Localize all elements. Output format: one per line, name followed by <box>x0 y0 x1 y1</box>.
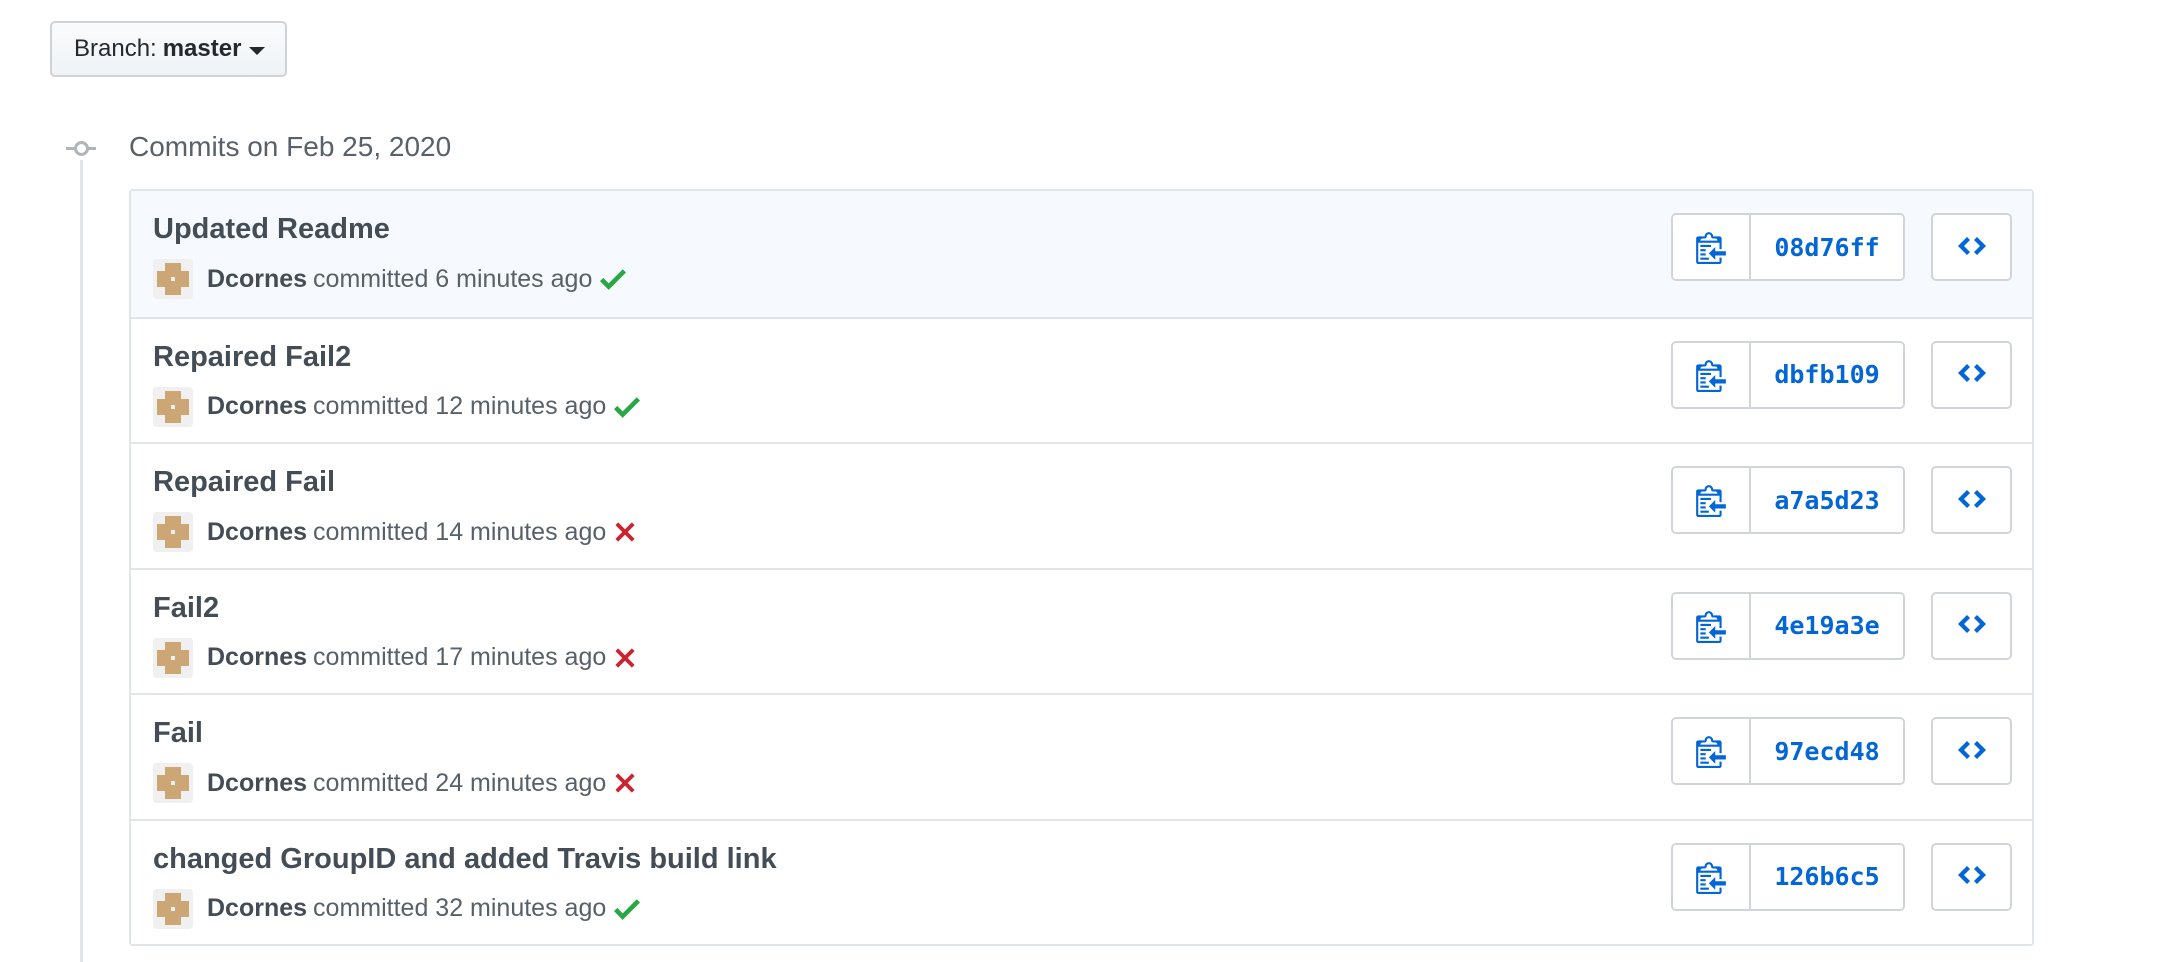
commit-row: Repaired Fail2 Dcornes committed 12 minu… <box>131 316 2032 442</box>
commit-title-link[interactable]: Repaired Fail <box>153 466 335 499</box>
avatar[interactable] <box>153 888 193 929</box>
commit-sha-link[interactable]: dbfb109 <box>1751 342 1903 407</box>
commit-meta: Dcornes committed 32 minutes ago <box>153 888 641 929</box>
code-icon <box>1957 611 1987 640</box>
commit-meta: Dcornes committed 14 minutes ago <box>153 512 636 552</box>
commit-sha-link[interactable]: a7a5d23 <box>1751 468 1903 532</box>
browse-repo-button[interactable] <box>1931 717 2012 785</box>
clipboard-icon[interactable] <box>1673 844 1751 909</box>
commit-time: committed 12 minutes ago <box>313 392 607 420</box>
commit-author-link[interactable]: Dcornes <box>207 894 307 923</box>
browse-repo-button[interactable] <box>1931 591 2012 660</box>
commits-page: Branch: master Commits on Feb 25, 2020 U… <box>0 0 2170 962</box>
commit-sha-button-group: 08d76ff <box>1671 213 1905 281</box>
caret-down-icon <box>249 46 266 55</box>
git-commit-icon <box>66 138 96 160</box>
commit-sha-button-group: 97ecd48 <box>1671 717 1905 785</box>
commit-title-link[interactable]: Updated Readme <box>153 213 390 246</box>
commit-title-link[interactable]: Fail2 <box>153 592 219 625</box>
commit-sha-button-group: a7a5d23 <box>1671 466 1905 534</box>
commit-time: committed 32 minutes ago <box>313 894 607 922</box>
code-icon <box>1957 360 1987 389</box>
timeline-line <box>80 160 83 962</box>
commit-sha-button-group: dbfb109 <box>1671 340 1905 409</box>
code-icon <box>1957 862 1987 891</box>
commit-meta: Dcornes committed 24 minutes ago <box>153 763 636 803</box>
commit-meta: Dcornes committed 6 minutes ago <box>153 259 627 299</box>
x-icon[interactable] <box>614 647 636 669</box>
avatar[interactable] <box>153 512 193 552</box>
commit-time: committed 17 minutes ago <box>313 643 607 671</box>
commit-author-link[interactable]: Dcornes <box>207 265 307 294</box>
commit-title-link[interactable]: Fail <box>153 717 203 750</box>
commit-row: changed GroupID and added Travis build l… <box>131 818 2032 944</box>
commit-title-link[interactable]: changed GroupID and added Travis build l… <box>153 843 777 876</box>
x-icon[interactable] <box>614 521 636 543</box>
code-icon <box>1957 737 1987 766</box>
browse-repo-button[interactable] <box>1931 340 2012 409</box>
browse-repo-button[interactable] <box>1931 842 2012 911</box>
code-icon <box>1957 486 1987 515</box>
branch-name: master <box>162 35 242 62</box>
commit-sha-link[interactable]: 126b6c5 <box>1751 844 1903 909</box>
check-icon[interactable] <box>600 268 627 290</box>
commit-author-link[interactable]: Dcornes <box>207 518 307 547</box>
branch-label: Branch: <box>74 35 157 62</box>
clipboard-icon[interactable] <box>1673 468 1751 532</box>
commit-sha-button-group: 4e19a3e <box>1671 591 1905 660</box>
clipboard-icon[interactable] <box>1673 719 1751 783</box>
commit-list: Updated Readme Dcornes committed 6 minut… <box>129 189 2034 946</box>
avatar[interactable] <box>153 259 193 299</box>
commit-author-link[interactable]: Dcornes <box>207 769 307 798</box>
avatar[interactable] <box>153 637 193 678</box>
commit-row: Repaired Fail Dcornes committed 14 minut… <box>131 442 2032 568</box>
commit-row: Fail Dcornes committed 24 minutes ago 97… <box>131 693 2032 819</box>
code-icon <box>1957 233 1987 262</box>
commit-author-link[interactable]: Dcornes <box>207 392 307 421</box>
commit-sha-link[interactable]: 97ecd48 <box>1751 719 1903 783</box>
clipboard-icon[interactable] <box>1673 342 1751 407</box>
commit-row: Fail2 Dcornes committed 17 minutes ago 4… <box>131 567 2032 693</box>
avatar[interactable] <box>153 386 193 427</box>
commit-time: committed 6 minutes ago <box>313 264 593 293</box>
check-icon[interactable] <box>614 898 641 920</box>
commit-group-title: Commits on Feb 25, 2020 <box>129 131 452 162</box>
x-icon[interactable] <box>614 772 636 794</box>
commit-meta: Dcornes committed 12 minutes ago <box>153 386 641 427</box>
commit-meta: Dcornes committed 17 minutes ago <box>153 637 636 678</box>
commit-author-link[interactable]: Dcornes <box>207 643 307 672</box>
commit-title-link[interactable]: Repaired Fail2 <box>153 341 351 374</box>
avatar[interactable] <box>153 763 193 803</box>
commit-sha-link[interactable]: 4e19a3e <box>1751 593 1903 658</box>
clipboard-icon[interactable] <box>1673 215 1751 279</box>
commit-time: committed 14 minutes ago <box>313 517 607 546</box>
commit-time: committed 24 minutes ago <box>313 768 607 797</box>
check-icon[interactable] <box>614 396 641 418</box>
commit-sha-button-group: 126b6c5 <box>1671 842 1905 911</box>
browse-repo-button[interactable] <box>1931 466 2012 534</box>
clipboard-icon[interactable] <box>1673 593 1751 658</box>
branch-select-button[interactable]: Branch: master <box>50 21 287 77</box>
commit-sha-link[interactable]: 08d76ff <box>1751 215 1903 279</box>
commit-row: Updated Readme Dcornes committed 6 minut… <box>131 191 2032 317</box>
browse-repo-button[interactable] <box>1931 213 2012 281</box>
